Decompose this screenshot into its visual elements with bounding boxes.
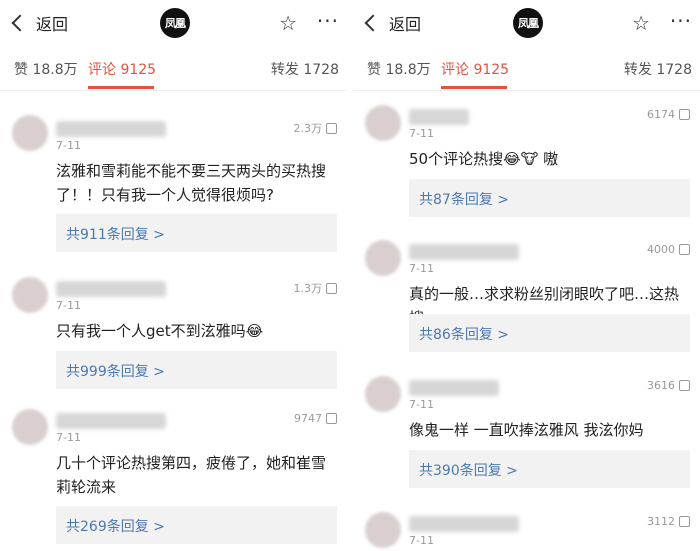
back-button[interactable]: 返回 [10, 10, 68, 36]
comment-date: 7-11 [409, 398, 434, 411]
like-count[interactable]: 9747 [294, 412, 337, 425]
replies-label: 共87条回复 > [419, 192, 509, 208]
back-label: 返回 [36, 15, 69, 34]
thumb-up-icon [679, 380, 690, 391]
more-dots-icon[interactable]: ··· [670, 8, 692, 34]
tab-comments[interactable]: 评论 9125 [88, 59, 156, 79]
comment-list: 7-11 2.3万 泫雅和雪莉能不能不要三天两头的买热搜了！！只有我一个人觉得很… [0, 91, 347, 551]
like-count-value: 1.3万 [293, 282, 323, 295]
avatar[interactable] [365, 105, 401, 141]
thumb-up-icon [679, 109, 690, 120]
comment-date: 7-11 [56, 431, 81, 444]
avatar[interactable] [12, 409, 48, 445]
comment-text: 像鬼一样 一直吹捧泫雅风 我泫你妈 [409, 421, 644, 439]
replies-label: 共86条回复 > [419, 327, 509, 343]
thumb-up-icon [679, 244, 690, 255]
comments-panel-right: 返回 凤凰 ☆ ··· 赞 18.8万 评论 9125 转发 1728 7-11… [353, 0, 700, 551]
tab-reposts[interactable]: 转发 1728 [271, 59, 339, 79]
comment-text: 50个评论热搜😂🐮 嗷 [409, 150, 559, 168]
like-count[interactable]: 1.3万 [293, 280, 337, 296]
username-blurred[interactable] [409, 380, 499, 396]
replies-label: 共269条回复 > [66, 519, 165, 535]
brand-logo: 凤凰 [160, 8, 190, 38]
replies-link[interactable]: 共999条回复 > [56, 351, 337, 389]
tab-bar: 赞 18.8万 评论 9125 转发 1728 [353, 46, 700, 91]
thumb-up-icon [326, 413, 337, 424]
star-outline-icon[interactable]: ☆ [279, 10, 297, 36]
like-count-value: 3616 [647, 379, 675, 392]
like-count-value: 6174 [647, 108, 675, 121]
tab-reposts[interactable]: 转发 1728 [624, 59, 692, 79]
top-bar: 返回 凤凰 ☆ ··· [0, 0, 347, 46]
like-count[interactable]: 4000 [647, 243, 690, 256]
avatar[interactable] [12, 115, 48, 151]
replies-link[interactable]: 共390条回复 > [409, 450, 690, 488]
comment-text: 只有我一个人get不到泫雅吗😂 [56, 322, 264, 340]
like-count-value: 2.3万 [293, 122, 323, 135]
replies-label: 共390条回复 > [419, 463, 518, 479]
like-count-value: 9747 [294, 412, 322, 425]
comment-date: 7-11 [409, 127, 434, 140]
avatar[interactable] [12, 277, 48, 313]
back-button[interactable]: 返回 [363, 10, 421, 36]
comment-date: 7-11 [56, 139, 81, 152]
tab-bar: 赞 18.8万 评论 9125 转发 1728 [0, 46, 347, 91]
like-count[interactable]: 2.3万 [293, 120, 337, 136]
replies-link[interactable]: 共269条回复 > [56, 506, 337, 544]
tab-likes[interactable]: 赞 18.8万 [367, 59, 431, 79]
comment-date: 7-11 [409, 534, 434, 547]
replies-label: 共911条回复 > [66, 227, 165, 243]
tab-likes[interactable]: 赞 18.8万 [14, 59, 78, 79]
replies-label: 共999条回复 > [66, 364, 165, 380]
username-blurred[interactable] [409, 244, 519, 260]
comments-panel-left: 返回 凤凰 ☆ ··· 赞 18.8万 评论 9125 转发 1728 7-11… [0, 0, 347, 551]
replies-link[interactable]: 共911条回复 > [56, 214, 337, 252]
tab-comments[interactable]: 评论 9125 [441, 59, 509, 79]
comment-date: 7-11 [409, 262, 434, 275]
username-blurred[interactable] [409, 516, 519, 532]
thumb-up-icon [326, 282, 337, 294]
like-count[interactable]: 6174 [647, 108, 690, 121]
avatar[interactable] [365, 376, 401, 412]
top-bar: 返回 凤凰 ☆ ··· [353, 0, 700, 46]
avatar[interactable] [365, 240, 401, 276]
star-outline-icon[interactable]: ☆ [632, 10, 650, 36]
brand-logo: 凤凰 [513, 8, 543, 38]
thumb-up-icon [326, 122, 337, 134]
username-blurred[interactable] [409, 109, 469, 125]
replies-link[interactable]: 共86条回复 > [409, 314, 690, 352]
thumb-up-icon [679, 516, 690, 527]
like-count-value: 3112 [647, 515, 675, 528]
comment-text: 几十个评论热搜第四，疲倦了，她和崔雪莉轮流来 [56, 454, 327, 496]
like-count[interactable]: 3616 [647, 379, 690, 392]
username-blurred[interactable] [56, 121, 166, 137]
username-blurred[interactable] [56, 413, 166, 429]
comment-date: 7-11 [56, 299, 81, 312]
like-count-value: 4000 [647, 243, 675, 256]
username-blurred[interactable] [56, 281, 166, 297]
chevron-left-icon [11, 14, 29, 32]
avatar[interactable] [365, 512, 401, 548]
active-tab-indicator [441, 86, 507, 89]
back-label: 返回 [389, 15, 422, 34]
replies-link[interactable]: 共87条回复 > [409, 179, 690, 217]
comment-text: 泫雅和雪莉能不能不要三天两头的买热搜了！！只有我一个人觉得很烦吗? [56, 162, 327, 204]
like-count[interactable]: 3112 [647, 515, 690, 528]
active-tab-indicator [88, 86, 154, 89]
chevron-left-icon [364, 14, 382, 32]
comment-list: 7-11 6174 50个评论热搜😂🐮 嗷 共87条回复 > 7-11 4000… [353, 91, 700, 551]
more-dots-icon[interactable]: ··· [317, 8, 339, 34]
